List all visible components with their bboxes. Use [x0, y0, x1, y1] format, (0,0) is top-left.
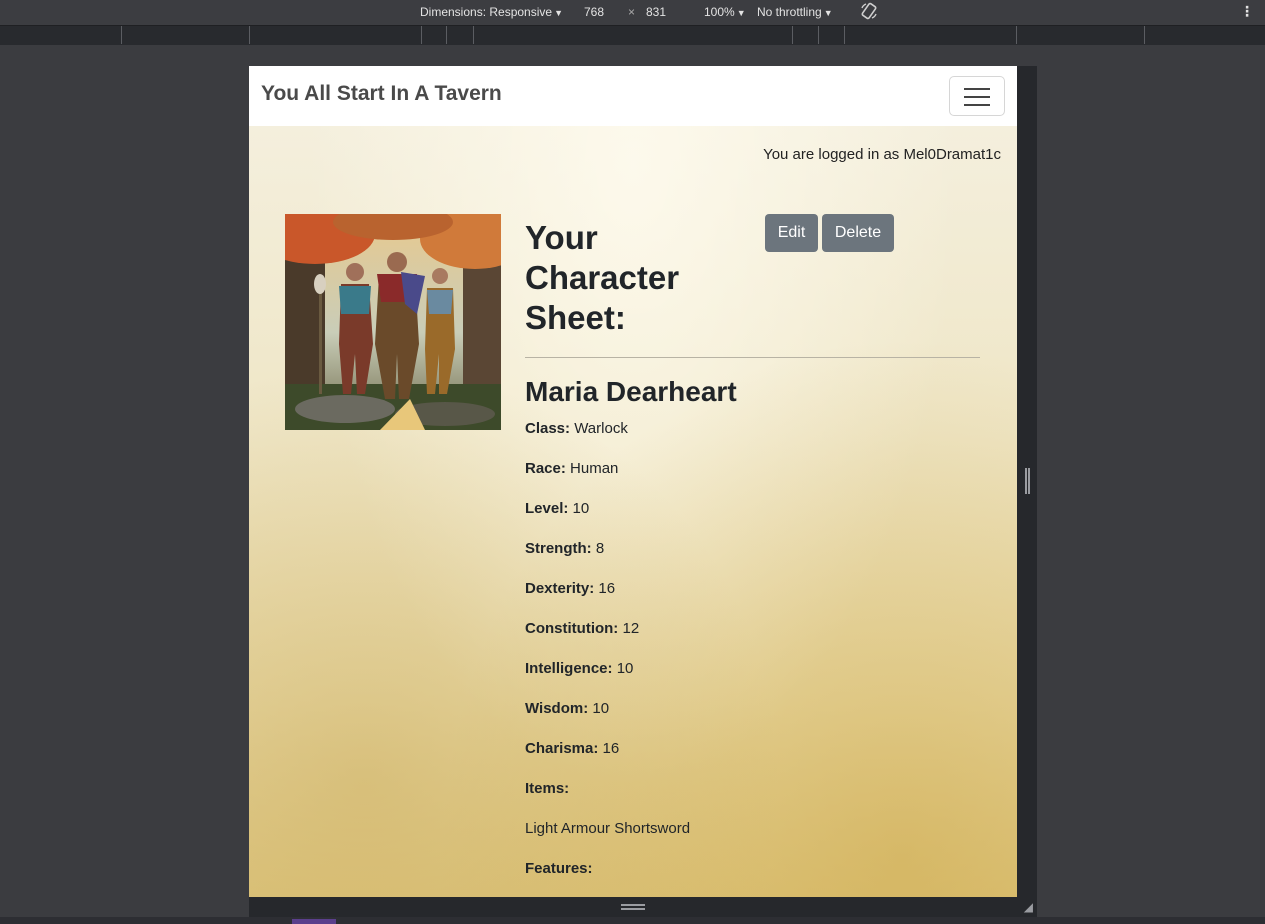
logged-in-status: You are logged in as Mel0Dramat1c	[763, 146, 1001, 163]
site-brand[interactable]: You All Start In A Tavern	[261, 82, 502, 106]
delete-button[interactable]: Delete	[822, 214, 894, 252]
stat-dexterity: Dexterity: 16	[525, 580, 690, 620]
stat-value: 8	[595, 540, 605, 557]
items-list: Light Armour Shortsword	[525, 820, 690, 860]
stat-race: Race: Human	[525, 460, 690, 500]
bottom-strip	[0, 917, 1265, 924]
hamburger-icon-bar	[964, 96, 990, 98]
bottom-resize-rail: ◢	[249, 897, 1037, 917]
chevron-down-icon: ▼	[823, 8, 833, 18]
stat-label: Constitution:	[525, 620, 619, 637]
stat-level: Level: 10	[525, 500, 690, 540]
dimensions-dropdown[interactable]: Dimensions: Responsive ▼	[420, 5, 563, 19]
chevron-down-icon: ▼	[554, 8, 563, 18]
site-navbar: You All Start In A Tavern	[249, 66, 1017, 126]
stat-value: 10	[616, 660, 634, 677]
zoom-dropdown[interactable]: 100% ▼	[704, 5, 746, 19]
stat-features: Features:	[525, 860, 690, 897]
stat-label: Intelligence:	[525, 660, 613, 677]
resize-handle-vertical[interactable]	[621, 904, 645, 910]
media-query-ruler	[0, 25, 1265, 45]
parchment-page: You are logged in as Mel0Dramat1c Your C…	[249, 126, 1017, 897]
width-input[interactable]: 768	[584, 5, 604, 19]
stat-value: 12	[622, 620, 640, 637]
stat-value: Light Armour Shortsword	[525, 820, 691, 837]
chevron-down-icon: ▼	[736, 8, 746, 18]
height-input[interactable]: 831	[646, 5, 666, 19]
stat-value: 16	[602, 740, 620, 757]
character-stats: Class: Warlock Race: Human Level: 10 Str…	[525, 420, 690, 897]
navbar-toggle-button[interactable]	[949, 76, 1005, 116]
stat-label: Class:	[525, 420, 571, 437]
stat-label: Wisdom:	[525, 700, 589, 717]
stat-value: Human	[570, 460, 619, 477]
stat-wisdom: Wisdom: 10	[525, 700, 690, 740]
right-resize-rail	[1017, 66, 1037, 897]
rotate-icon[interactable]	[860, 2, 878, 23]
stat-label: Items:	[525, 780, 570, 797]
zoom-label: 100%	[704, 5, 735, 19]
page-title: Your Character Sheet:	[525, 219, 680, 336]
devtools-device-toolbar: Dimensions: Responsive ▼ 768 × 831 100% ▼ …	[0, 0, 1265, 25]
stat-label: Features:	[525, 860, 593, 877]
resize-handle-horizontal[interactable]	[1025, 468, 1030, 494]
edit-button[interactable]: Edit	[765, 214, 818, 252]
stat-strength: Strength: 8	[525, 540, 690, 580]
stat-value: 10	[592, 700, 610, 717]
stat-class: Class: Warlock	[525, 420, 690, 460]
hamburger-icon-bar	[964, 104, 990, 106]
divider	[525, 357, 980, 358]
stat-label: Dexterity:	[525, 580, 595, 597]
device-viewport: You All Start In A Tavern You are logged…	[249, 66, 1017, 897]
throttling-label: No throttling	[757, 5, 822, 19]
stat-label: Charisma:	[525, 740, 599, 757]
character-name: Maria Dearheart	[525, 376, 737, 407]
stat-constitution: Constitution: 12	[525, 620, 690, 660]
resize-corner-icon[interactable]: ◢	[1024, 900, 1033, 914]
stat-value: Warlock	[574, 420, 628, 437]
stat-label: Race:	[525, 460, 566, 477]
stat-value: 10	[572, 500, 590, 517]
dimensions-label: Dimensions: Responsive	[420, 5, 553, 19]
stat-value: 16	[598, 580, 616, 597]
more-options-icon[interactable]: ⋮	[1240, 3, 1254, 20]
hamburger-icon	[964, 88, 990, 90]
stat-charisma: Charisma: 16	[525, 740, 690, 780]
throttling-dropdown[interactable]: No throttling ▼	[757, 5, 833, 19]
stat-intelligence: Intelligence: 10	[525, 660, 690, 700]
character-portrait	[285, 214, 501, 430]
active-indicator	[292, 919, 336, 924]
stat-items: Items:	[525, 780, 690, 820]
stat-label: Strength:	[525, 540, 592, 557]
times-icon: ×	[628, 5, 636, 19]
stat-label: Level:	[525, 500, 569, 517]
